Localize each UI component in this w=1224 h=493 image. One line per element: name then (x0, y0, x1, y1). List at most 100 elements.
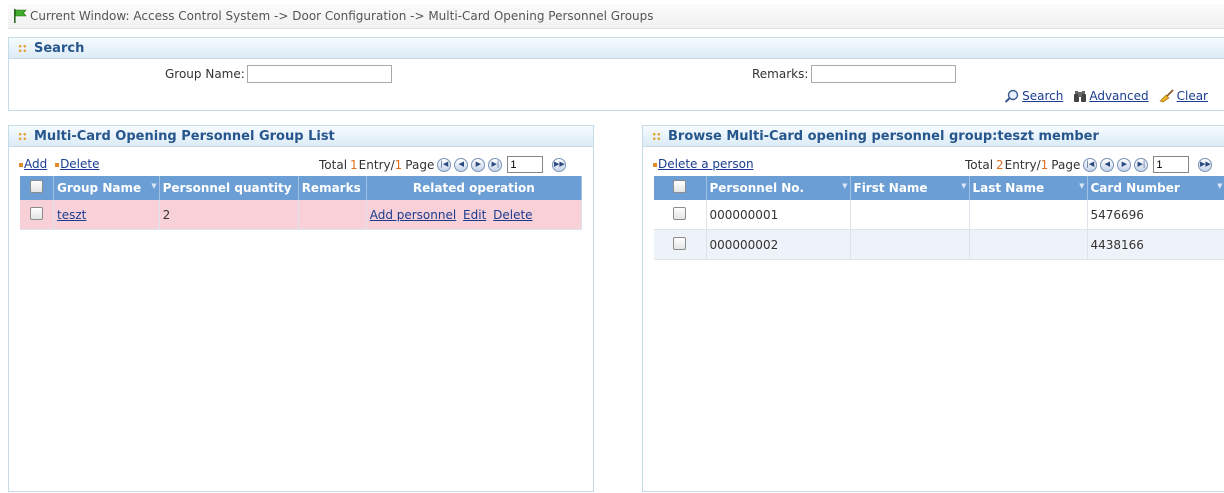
members-panel: Browse Multi-Card opening personnel grou… (642, 125, 1224, 492)
members-pager: Total 2 Entry/1 Page |◀ ◀ ▶ ▶| ▶▶ (965, 156, 1213, 173)
group-table-header: Group Name ▼ Personnel quantity Remarks R… (20, 176, 583, 200)
sort-icon: ▼ (1217, 182, 1223, 190)
grip-icon (18, 131, 27, 141)
prev-page-icon[interactable]: ◀ (1100, 157, 1115, 172)
table-row[interactable]: teszt 2 Add personnel Edit Delete (20, 200, 583, 230)
row-checkbox-cell (654, 200, 707, 230)
row-checkbox-cell (654, 229, 707, 260)
group-table: Group Name ▼ Personnel quantity Remarks R… (20, 176, 583, 230)
breadcrumb-text: Current Window: Access Control System ->… (30, 9, 654, 23)
sort-icon: ▼ (842, 182, 848, 190)
col-group-name[interactable]: Group Name ▼ (53, 176, 160, 200)
last-page-icon[interactable]: ▶| (488, 157, 503, 172)
pager-page-label: Page (405, 157, 435, 172)
advanced-button[interactable]: Advanced (1073, 89, 1149, 103)
col-related-operation: Related operation (366, 176, 583, 200)
page-number-input[interactable] (507, 156, 544, 173)
first-page-icon[interactable]: |◀ (437, 157, 452, 172)
members-table: Personnel No. ▼ First Name ▼ Last Name ▼ Ca… (654, 176, 1224, 260)
operation-cell: Add personnel Edit Delete (366, 200, 583, 230)
next-page-icon[interactable]: ▶ (1117, 157, 1132, 172)
table-row[interactable]: 000000002 4438166 (654, 229, 1224, 260)
edit-link[interactable]: Edit (463, 208, 486, 222)
breadcrumb: Current Window: Access Control System ->… (8, 4, 1224, 29)
select-all-checkbox[interactable] (30, 180, 43, 193)
next-page-icon[interactable]: ▶ (471, 157, 486, 172)
search-button[interactable]: Search (1004, 89, 1063, 103)
group-list-pager: Total 1 Entry/1 Page |◀ ◀ ▶ ▶| ▶▶ (319, 156, 567, 173)
row-checkbox[interactable] (30, 206, 43, 220)
remarks-cell (298, 200, 367, 230)
page-number-input[interactable] (1153, 156, 1190, 173)
grip-icon (18, 43, 27, 53)
clear-button[interactable]: Clear (1159, 89, 1208, 103)
go-page-icon[interactable]: ▶▶ (1198, 157, 1213, 172)
pager-pages: 1 (1040, 157, 1049, 172)
first-name-cell (850, 229, 970, 260)
group-name-input[interactable] (247, 65, 392, 83)
search-panel-title: Search (9, 38, 1224, 59)
col-first-name[interactable]: First Name ▼ (850, 176, 970, 200)
members-title: Browse Multi-Card opening personnel grou… (643, 126, 1224, 147)
search-panel: Search Group Name: Remarks: Search Advan… (8, 37, 1224, 111)
personnel-no-cell: 000000001 (706, 200, 851, 230)
members-toolbar: Delete a person Total 2 Entry/1 Page |◀ … (643, 156, 1224, 174)
remarks-input[interactable] (811, 65, 956, 83)
last-name-cell (969, 229, 1088, 260)
magnifier-icon (1004, 89, 1019, 103)
remarks-label: Remarks: (752, 67, 809, 81)
last-page-icon[interactable]: ▶| (1134, 157, 1149, 172)
pager-total-label: Total (319, 157, 348, 172)
group-list-panel: Multi-Card Opening Personnel Group List … (8, 125, 594, 492)
go-page-icon[interactable]: ▶▶ (552, 157, 567, 172)
group-list-title-text: Multi-Card Opening Personnel Group List (34, 128, 335, 144)
advanced-label: Advanced (1089, 89, 1149, 103)
group-name-cell: teszt (53, 200, 160, 230)
last-name-cell (969, 200, 1088, 230)
members-table-header: Personnel No. ▼ First Name ▼ Last Name ▼ Ca… (654, 176, 1224, 200)
group-list-toolbar: Add Delete Total 1 Entry/1 Page |◀ ◀ ▶ ▶… (9, 156, 593, 174)
bullet-icon (55, 162, 60, 167)
group-name-link[interactable]: teszt (57, 208, 86, 222)
flag-icon (14, 9, 27, 23)
pager-count: 2 (996, 157, 1004, 172)
members-title-text: Browse Multi-Card opening personnel grou… (668, 128, 1099, 144)
row-checkbox[interactable] (673, 236, 687, 250)
group-list-title: Multi-Card Opening Personnel Group List (9, 126, 593, 147)
pager-pages: 1 (394, 157, 403, 172)
quantity-cell: 2 (159, 200, 299, 230)
delete-link[interactable]: Delete (493, 208, 532, 222)
binoculars-icon (1074, 90, 1087, 102)
sort-icon: ▼ (1079, 182, 1085, 190)
col-remarks: Remarks (298, 176, 367, 200)
select-all-header (20, 176, 54, 200)
row-checkbox[interactable] (673, 206, 687, 220)
pager-page-label: Page (1051, 157, 1081, 172)
add-group-button[interactable]: Add (24, 157, 47, 171)
search-actions: Search Advanced Clear (1004, 89, 1208, 103)
sort-icon: ▼ (961, 182, 967, 190)
add-personnel-link[interactable]: Add personnel (370, 208, 457, 222)
sort-icon: ▼ (151, 182, 157, 190)
first-page-icon[interactable]: |◀ (1083, 157, 1098, 172)
pager-entry-label: Entry/ (1004, 157, 1041, 172)
pager-total-label: Total (965, 157, 994, 172)
table-row[interactable]: 000000001 5476696 (654, 200, 1224, 230)
delete-person-button[interactable]: Delete a person (658, 157, 754, 171)
bullet-icon (19, 162, 23, 167)
group-name-label: Group Name: (165, 67, 245, 81)
card-number-cell: 4438166 (1087, 229, 1224, 260)
select-all-header (654, 176, 707, 200)
col-last-name[interactable]: Last Name ▼ (969, 176, 1088, 200)
prev-page-icon[interactable]: ◀ (454, 157, 469, 172)
delete-group-button[interactable]: Delete (60, 157, 99, 171)
col-personnel-no[interactable]: Personnel No. ▼ (706, 176, 851, 200)
col-card-number[interactable]: Card Number ▼ (1087, 176, 1224, 200)
broom-icon (1159, 89, 1174, 103)
clear-label: Clear (1176, 89, 1208, 103)
select-all-checkbox[interactable] (673, 180, 687, 193)
first-name-cell (850, 200, 970, 230)
pager-count: 1 (350, 157, 358, 172)
bullet-icon (653, 162, 657, 167)
personnel-no-cell: 000000002 (706, 229, 851, 260)
